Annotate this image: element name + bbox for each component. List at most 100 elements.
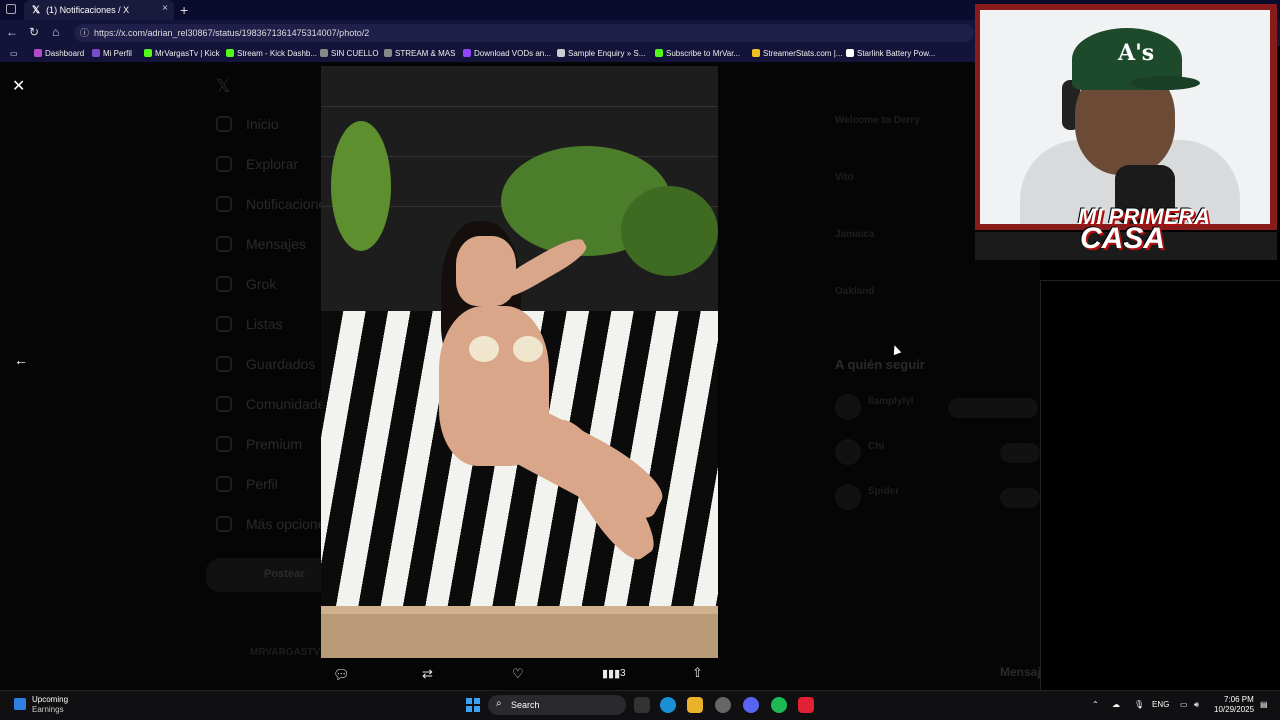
chrome-icon[interactable] xyxy=(715,697,731,713)
file-explorer-icon[interactable] xyxy=(687,697,703,713)
bookmark-label: Download VODs an... xyxy=(474,49,551,58)
tab-close-icon[interactable]: × xyxy=(162,3,168,14)
bookmark-label: StreamerStats.com |... xyxy=(763,49,843,58)
share-icon[interactable]: ⇧ xyxy=(692,665,703,681)
clock-time[interactable]: 7:06 PM xyxy=(1224,695,1254,704)
nav-item: Grok xyxy=(246,276,277,292)
site-info-icon[interactable]: ⓘ xyxy=(80,24,89,42)
bookmark-item[interactable]: Stream - Kick Dashb... xyxy=(226,46,317,62)
bookmark-item[interactable]: Dashboard xyxy=(34,46,84,62)
nav-item: Inicio xyxy=(246,116,279,132)
apps-icon[interactable]: ▭ xyxy=(10,46,18,62)
bookmark-label: Sample Enquiry » S... xyxy=(568,49,646,58)
bookmark-item[interactable]: Starlink Battery Pow... xyxy=(846,46,935,62)
bookmark-favicon-icon xyxy=(384,49,392,57)
bookmark-label: SIN CUELLO xyxy=(331,49,379,58)
follow-button xyxy=(1000,488,1040,508)
url-bar[interactable]: ⓘ https://x.com/adrian_rel30867/status/1… xyxy=(74,24,974,42)
reply-icon[interactable]: 💬︎ xyxy=(333,667,350,683)
new-tab-button[interactable]: + xyxy=(180,2,188,18)
stream-logo: MI PRIMERA CASA xyxy=(1078,206,1210,254)
reload-icon[interactable]: ↻ xyxy=(29,25,39,39)
who-to-follow-title: A quién seguir xyxy=(835,357,925,372)
bookmark-favicon-icon xyxy=(34,49,42,57)
cap-brim xyxy=(1130,76,1200,90)
bookmark-label: Mi Perfil xyxy=(103,49,132,58)
bookmark-label: STREAM & MAS xyxy=(395,49,456,58)
widget-subtitle[interactable]: Earnings xyxy=(32,705,64,714)
nav-item-icon xyxy=(216,516,232,532)
cloud-icon[interactable]: ☁ xyxy=(1112,700,1120,709)
bookmark-favicon-icon xyxy=(655,49,663,57)
previous-photo-icon[interactable]: ← xyxy=(14,352,28,368)
discord-icon[interactable] xyxy=(743,697,759,713)
spotify-icon[interactable] xyxy=(771,697,787,713)
nav-item: Mensajes xyxy=(246,236,306,252)
nav-item-icon xyxy=(216,356,232,372)
bookmark-item[interactable]: Sample Enquiry » S... xyxy=(557,46,645,62)
views-icon[interactable]: ▮▮▮ xyxy=(602,667,620,680)
like-icon[interactable]: ♡ xyxy=(512,666,524,682)
photo-detail xyxy=(513,336,543,362)
network-icon[interactable]: ▭ xyxy=(1180,700,1188,709)
widgets-icon[interactable] xyxy=(14,698,26,710)
account-name: MRVARGASTV xyxy=(250,647,321,658)
nav-item: Comunidades xyxy=(246,396,333,412)
bookmark-item[interactable]: STREAM & MAS xyxy=(384,46,455,62)
post-button-label: Postear xyxy=(264,568,305,580)
edge-icon[interactable] xyxy=(660,697,676,713)
taskbar-search[interactable] xyxy=(488,695,626,715)
avatar xyxy=(835,439,861,465)
bookmark-item[interactable]: SIN CUELLO xyxy=(320,46,379,62)
search-label[interactable]: Search xyxy=(511,700,540,710)
back-icon[interactable]: ← xyxy=(6,25,18,39)
bookmark-label: Subscribe to MrVar... xyxy=(666,49,741,58)
bookmark-item[interactable]: Mi Perfil xyxy=(92,46,132,62)
nav-item: Perfil xyxy=(246,476,278,492)
language-indicator[interactable]: ENG xyxy=(1152,700,1169,709)
task-view-icon[interactable] xyxy=(634,697,650,713)
nav-item-icon xyxy=(216,276,232,292)
nav-item: Explorar xyxy=(246,156,299,172)
bookmark-label: Dashboard xyxy=(45,49,85,58)
post-photo xyxy=(321,66,718,658)
widget-title[interactable]: Upcoming xyxy=(32,695,68,704)
start-icon[interactable] xyxy=(466,698,480,712)
tray-overflow-icon[interactable]: ⌃ xyxy=(1092,700,1099,709)
repost-icon[interactable]: ⇄ xyxy=(422,666,433,682)
wooden-bench xyxy=(321,614,718,658)
nav-item-icon xyxy=(216,396,232,412)
x-logo-icon: 𝕏 xyxy=(216,76,231,96)
bookmark-favicon-icon xyxy=(463,49,471,57)
nav-item-icon xyxy=(216,236,232,252)
bookmark-item[interactable]: MrVargasTv | Kick xyxy=(144,46,220,62)
app-icon[interactable] xyxy=(798,697,814,713)
bookmark-favicon-icon xyxy=(557,49,565,57)
nav-item: Listas xyxy=(246,316,283,332)
suggestion-name: llamplylyl xyxy=(868,396,914,407)
home-icon[interactable]: ⌂ xyxy=(52,25,59,39)
photo-plant xyxy=(331,121,391,251)
bookmark-item[interactable]: StreamerStats.com |... xyxy=(752,46,842,62)
notifications-icon[interactable]: ▤ xyxy=(1260,700,1268,709)
bookmark-item[interactable]: Download VODs an... xyxy=(463,46,551,62)
bookmark-label: Starlink Battery Pow... xyxy=(857,49,936,58)
nav-item-icon xyxy=(216,196,232,212)
bookmark-favicon-icon xyxy=(92,49,100,57)
window-menu-icon[interactable] xyxy=(6,4,16,14)
nav-item-icon xyxy=(216,476,232,492)
webcam-feed: A's xyxy=(980,10,1270,224)
nav-item: Guardados xyxy=(246,356,316,372)
clock-date[interactable]: 10/29/2025 xyxy=(1214,705,1254,714)
trend-item: Vito xyxy=(835,172,854,183)
follow-button xyxy=(948,398,1038,418)
search-icon: ⌕ xyxy=(496,698,502,709)
mic-icon[interactable]: 🎙︎ xyxy=(1134,700,1144,709)
bookmark-label: Stream - Kick Dashb... xyxy=(237,49,318,58)
volume-icon[interactable]: 🔊︎ xyxy=(1194,700,1199,710)
bookmark-item[interactable]: Subscribe to MrVar... xyxy=(655,46,740,62)
bookmark-favicon-icon xyxy=(144,49,152,57)
close-icon[interactable]: ✕ xyxy=(12,76,25,96)
browser-tab[interactable]: 𝕏 (1) Notificaciones / X × xyxy=(24,0,174,20)
nav-item: Premium xyxy=(246,436,303,452)
